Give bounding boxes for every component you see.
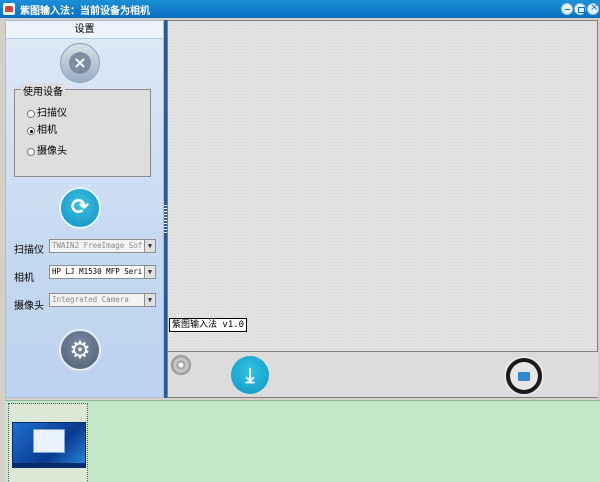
camera-select[interactable]: HP LJ M1530 MFP Seri ▼: [49, 265, 156, 279]
thumbnail-image[interactable]: [12, 422, 86, 468]
device-group-legend: 使用设备: [21, 83, 65, 98]
disc-icon[interactable]: [171, 355, 191, 375]
capture-button[interactable]: ⤓: [231, 356, 269, 394]
radio-webcam[interactable]: 摄像头: [27, 146, 67, 158]
gear-icon: ⚙: [69, 336, 91, 364]
refresh-button[interactable]: ⟳: [59, 187, 101, 229]
open-folder-button[interactable]: [504, 356, 544, 396]
thumbnail-strip: [5, 400, 600, 482]
download-icon: ⤓: [245, 363, 255, 387]
folder-icon: [518, 372, 530, 381]
window-close-button[interactable]: [587, 2, 599, 15]
folder-icon-bg: [510, 362, 538, 390]
radio-scanner-label: 扫描仪: [37, 108, 67, 119]
radio-scanner[interactable]: 扫描仪: [27, 108, 67, 120]
refresh-icon: ⟳: [70, 195, 90, 220]
close-settings-button[interactable]: ×: [60, 43, 100, 83]
radio-circle[interactable]: [27, 148, 35, 156]
thumbnail-window-shape: [33, 429, 65, 453]
capture-toolbar: ⤓: [167, 352, 598, 398]
radio-camera-label: 相机: [37, 125, 57, 136]
thumbnail-taskbar-shape: [13, 463, 85, 467]
settings-panel: 设置 × 使用设备 扫描仪 相机 摄像头 ⟳ 扫描仪 TWAIN2 FreeIm…: [5, 20, 164, 398]
webcam-field-label: 摄像头: [14, 301, 44, 312]
device-group: 使用设备 扫描仪 相机 摄像头: [14, 83, 151, 177]
chevron-down-icon[interactable]: ▼: [144, 240, 155, 252]
window-title: 紫图输入法：当前设备为相机: [20, 6, 150, 17]
chevron-down-icon[interactable]: ▼: [144, 294, 155, 306]
app-logo-icon: [3, 3, 15, 15]
webcam-select-value: Integrated Camera: [52, 295, 129, 304]
camera-select-value: HP LJ M1530 MFP Seri: [52, 267, 143, 276]
radio-circle[interactable]: [27, 127, 35, 135]
scanner-field-label: 扫描仪: [14, 245, 44, 256]
chevron-down-icon[interactable]: ▼: [144, 266, 155, 278]
preview-area: 紫图输入法 v1.0: [167, 20, 598, 352]
title-bar: 紫图输入法：当前设备为相机: [0, 0, 600, 18]
radio-webcam-label: 摄像头: [37, 146, 67, 157]
close-icon: ×: [69, 52, 91, 74]
minimize-button[interactable]: [561, 3, 573, 15]
thumbnail-item[interactable]: [8, 403, 88, 482]
radio-camera[interactable]: 相机: [27, 125, 57, 137]
maximize-button[interactable]: [574, 3, 586, 15]
webcam-select[interactable]: Integrated Camera ▼: [49, 293, 156, 307]
scanner-select-value: TWAIN2 FreeImage Sof: [52, 241, 143, 250]
camera-field-label: 相机: [14, 273, 34, 284]
radio-circle[interactable]: [27, 110, 35, 118]
scanner-select[interactable]: TWAIN2 FreeImage Sof ▼: [49, 239, 156, 253]
settings-header: 设置: [6, 21, 163, 39]
settings-button[interactable]: ⚙: [59, 329, 101, 371]
version-label: 紫图输入法 v1.0: [169, 318, 248, 332]
